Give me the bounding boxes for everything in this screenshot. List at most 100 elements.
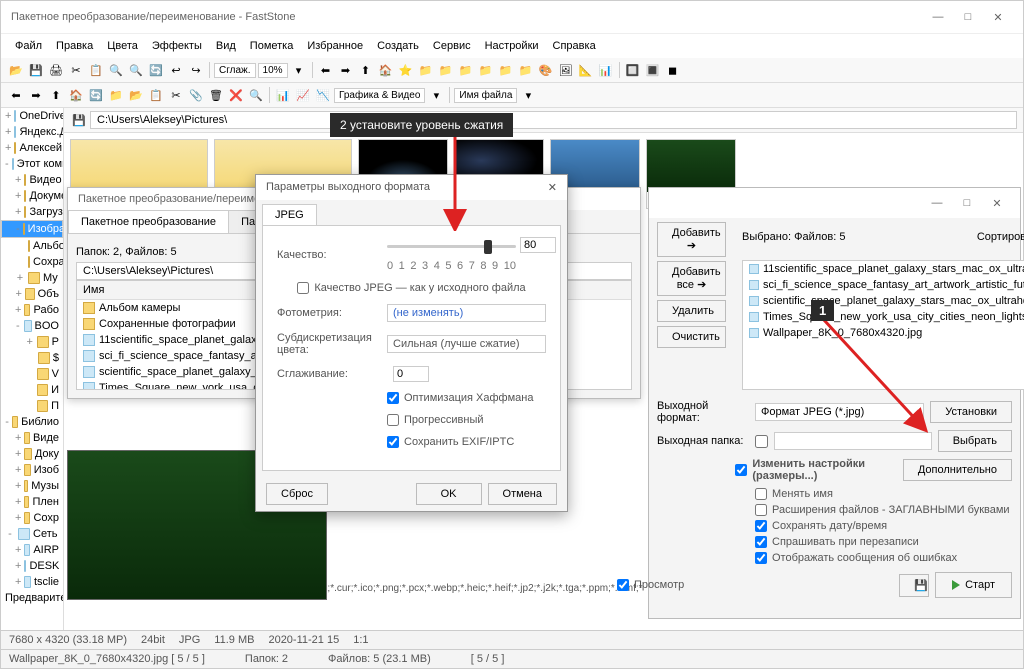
out-dir-checkbox[interactable] bbox=[755, 435, 768, 448]
toolbar2-btn[interactable]: 🔍 bbox=[247, 86, 265, 104]
toolbar-btn[interactable]: 📋 bbox=[87, 61, 105, 79]
ask-checkbox[interactable] bbox=[755, 536, 767, 548]
tab-jpeg[interactable]: JPEG bbox=[262, 204, 317, 225]
menu-Настройки[interactable]: Настройки bbox=[479, 37, 545, 55]
close-button[interactable]: ✕ bbox=[983, 7, 1013, 27]
toolbar-btn[interactable]: 📊 bbox=[597, 61, 615, 79]
tree-item[interactable]: -Сеть bbox=[1, 526, 63, 542]
tree-item[interactable]: +Изоб bbox=[1, 462, 63, 478]
tree-item[interactable]: +AIRP bbox=[1, 542, 63, 558]
toolbar-btn[interactable]: ✂ bbox=[67, 61, 85, 79]
toolbar-btn[interactable]: 📁 bbox=[517, 61, 535, 79]
toolbar-btn[interactable]: 🔳 bbox=[644, 61, 662, 79]
errors-checkbox[interactable] bbox=[755, 552, 767, 564]
rename-checkbox[interactable] bbox=[755, 488, 767, 500]
toolbar-btn[interactable]: ▾ bbox=[290, 61, 308, 79]
toolbar-btn[interactable]: 10% bbox=[258, 63, 288, 78]
minimize-button[interactable]: — bbox=[923, 7, 953, 27]
toolbar-btn[interactable]: 📐 bbox=[577, 61, 595, 79]
toolbar-btn[interactable]: 🏠 bbox=[377, 61, 395, 79]
tree-item[interactable]: П bbox=[1, 398, 63, 414]
ok-button[interactable]: OK bbox=[416, 483, 482, 505]
tree-item[interactable]: +Рабо bbox=[1, 302, 63, 318]
tab-batch-convert[interactable]: Пакетное преобразование bbox=[68, 210, 229, 233]
tree-item[interactable]: +OneDrive bbox=[1, 108, 63, 124]
same-quality-checkbox[interactable] bbox=[297, 282, 309, 294]
tree-item[interactable]: +Документы bbox=[1, 188, 63, 204]
toolbar-btn[interactable]: 🖨 bbox=[47, 61, 65, 79]
date-checkbox[interactable] bbox=[755, 520, 767, 532]
tree-item[interactable]: +Сохр bbox=[1, 510, 63, 526]
toolbar-btn[interactable]: ↩ bbox=[167, 61, 185, 79]
panel-close-button[interactable]: ✕ bbox=[982, 193, 1012, 213]
subsample-select[interactable]: Сильная (лучше сжатие) bbox=[387, 335, 546, 353]
preview-checkbox[interactable] bbox=[617, 579, 629, 591]
menu-Вид[interactable]: Вид bbox=[210, 37, 242, 55]
format-dialog-close-icon[interactable]: ✕ bbox=[548, 181, 557, 194]
start-button[interactable]: Старт bbox=[935, 572, 1012, 598]
tree-item[interactable]: +Плен bbox=[1, 494, 63, 510]
clear-button[interactable]: Очистить bbox=[657, 326, 726, 348]
uppercase-checkbox[interactable] bbox=[755, 504, 767, 516]
menu-Цвета[interactable]: Цвета bbox=[101, 37, 144, 55]
tree-item[interactable]: +Музы bbox=[1, 478, 63, 494]
settings-button[interactable]: Установки bbox=[930, 401, 1012, 423]
tree-item[interactable]: +Загрузки bbox=[1, 204, 63, 220]
tree-item[interactable]: +Алексей Карцев bbox=[1, 140, 63, 156]
menu-Файл[interactable]: Файл bbox=[9, 37, 48, 55]
tree-item[interactable]: V bbox=[1, 366, 63, 382]
panel-minimize-button[interactable]: — bbox=[922, 193, 952, 213]
cancel-button[interactable]: Отмена bbox=[488, 483, 557, 505]
tree-item[interactable]: И bbox=[1, 382, 63, 398]
toolbar2-btn[interactable]: 📈 bbox=[294, 86, 312, 104]
toolbar2-btn[interactable]: 📁 bbox=[107, 86, 125, 104]
menu-Эффекты[interactable]: Эффекты bbox=[146, 37, 208, 55]
selected-file-row[interactable]: 11scientific_space_planet_galaxy_stars_m… bbox=[743, 261, 1024, 277]
tree-item[interactable]: +tsclie bbox=[1, 574, 63, 590]
toolbar2-btn[interactable]: 📊 bbox=[274, 86, 292, 104]
tree-item[interactable]: -Изображения bbox=[1, 220, 63, 238]
tree-item[interactable]: +Объ bbox=[1, 286, 63, 302]
out-dir-input[interactable] bbox=[774, 432, 932, 450]
toolbar-btn[interactable]: ↪ bbox=[187, 61, 205, 79]
save-settings-button[interactable]: 💾 bbox=[899, 574, 929, 597]
breadcrumb-path[interactable]: C:\Users\Aleksey\Pictures\ bbox=[90, 111, 1017, 129]
tree-item[interactable]: +Яндекс.Диск bbox=[1, 124, 63, 140]
advanced-button[interactable]: Дополнительно bbox=[903, 459, 1012, 481]
toolbar-btn[interactable]: ➡ bbox=[337, 61, 355, 79]
toolbar-btn[interactable]: Сглаж. bbox=[214, 63, 256, 78]
toolbar-btn[interactable]: 📁 bbox=[477, 61, 495, 79]
tree-item[interactable]: +Виде bbox=[1, 430, 63, 446]
browse-button[interactable]: Выбрать bbox=[938, 430, 1012, 452]
menu-Правка[interactable]: Правка bbox=[50, 37, 99, 55]
toolbar-btn[interactable]: ⭐ bbox=[397, 61, 415, 79]
add-button[interactable]: Добавить ➔ bbox=[657, 222, 726, 257]
toolbar2-btn[interactable]: ▾ bbox=[427, 86, 445, 104]
toolbar2-btn[interactable]: Имя файла bbox=[454, 88, 517, 103]
tree-item[interactable]: Альбом камеры bbox=[1, 238, 63, 254]
toolbar2-btn[interactable]: 🔄 bbox=[87, 86, 105, 104]
toolbar-btn[interactable]: 📁 bbox=[457, 61, 475, 79]
toolbar-btn[interactable]: ⬆ bbox=[357, 61, 375, 79]
toolbar2-btn[interactable]: 🗑 bbox=[207, 86, 225, 104]
toolbar2-btn[interactable]: ⬆ bbox=[47, 86, 65, 104]
tree-item[interactable]: -Этот компьютер bbox=[1, 156, 63, 172]
quality-spinner[interactable] bbox=[520, 237, 556, 253]
tree-item[interactable]: +P bbox=[1, 334, 63, 350]
toolbar2-btn[interactable]: ❌ bbox=[227, 86, 245, 104]
menu-Сервис[interactable]: Сервис bbox=[427, 37, 477, 55]
tree-item[interactable]: Сохраненные фотографии bbox=[1, 254, 63, 270]
toolbar-btn[interactable]: 🔄 bbox=[147, 61, 165, 79]
change-opts-checkbox[interactable] bbox=[735, 464, 747, 476]
toolbar2-btn[interactable]: Графика & Видео bbox=[334, 88, 425, 103]
toolbar-btn[interactable]: 📁 bbox=[497, 61, 515, 79]
toolbar2-btn[interactable]: 📉 bbox=[314, 86, 332, 104]
toolbar-btn[interactable]: 📁 bbox=[417, 61, 435, 79]
quality-slider[interactable] bbox=[387, 238, 546, 256]
progressive-checkbox[interactable] bbox=[387, 414, 399, 426]
tree-item[interactable]: $ bbox=[1, 350, 63, 366]
toolbar-btn[interactable]: ⬅ bbox=[317, 61, 335, 79]
tree-item[interactable]: +DESK bbox=[1, 558, 63, 574]
toolbar2-btn[interactable]: ➡ bbox=[27, 86, 45, 104]
toolbar-btn[interactable]: 🔍 bbox=[127, 61, 145, 79]
